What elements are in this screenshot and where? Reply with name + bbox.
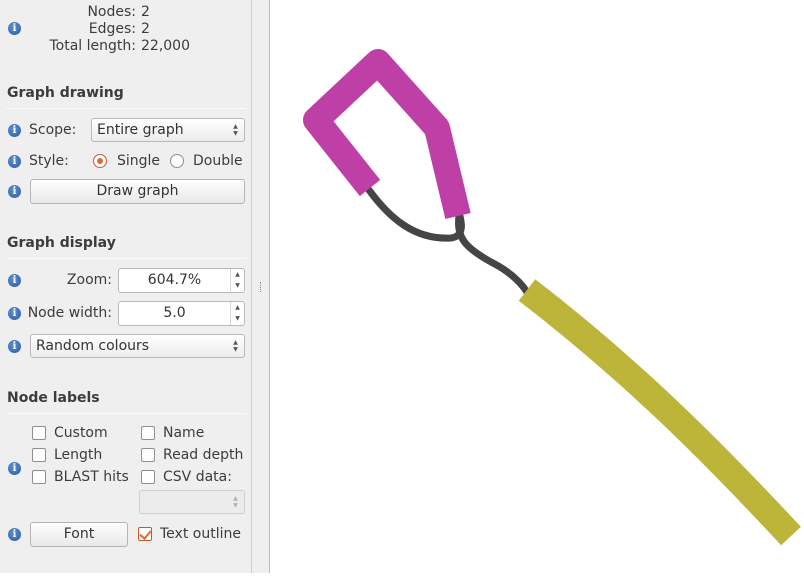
blast-hits-checkbox[interactable]: [32, 470, 46, 484]
read-depth-checkbox[interactable]: [141, 448, 155, 462]
zoom-value: 604.7%: [147, 272, 202, 288]
spin-arrows-icon[interactable]: ▲ ▼: [230, 302, 244, 325]
edges-label: Edges:: [88, 21, 136, 37]
style-info-icon[interactable]: i: [8, 155, 21, 168]
zoom-label: Zoom:: [66, 272, 112, 288]
graph-edge[interactable]: [454, 212, 531, 296]
style-double-radio[interactable]: [170, 154, 184, 168]
total-length-label: Total length:: [49, 38, 137, 54]
name-label[interactable]: Name: [163, 425, 204, 441]
panel-splitter[interactable]: [252, 0, 270, 573]
info-icon[interactable]: i: [8, 22, 21, 35]
scope-select[interactable]: Entire graph ▲ ▼: [91, 118, 245, 142]
section-divider: [6, 413, 246, 414]
node-width-value: 5.0: [163, 305, 186, 321]
control-panel: i Nodes: 2 Edges: 2 Total length: 22,000…: [0, 0, 252, 573]
style-single-label[interactable]: Single: [117, 153, 160, 169]
style-label: Style:: [29, 153, 69, 169]
font-button[interactable]: Font: [30, 522, 128, 547]
updown-arrows-icon: ▲ ▼: [233, 495, 238, 509]
font-info-icon[interactable]: i: [8, 528, 21, 541]
colour-info-icon[interactable]: i: [8, 340, 21, 353]
name-checkbox[interactable]: [141, 426, 155, 440]
zoom-spinbox[interactable]: 604.7% ▲ ▼: [118, 268, 245, 293]
graph-display-heading: Graph display: [7, 235, 116, 251]
total-length-value: 22,000: [141, 38, 190, 54]
csv-data-label[interactable]: CSV data:: [163, 469, 232, 485]
updown-arrows-icon: ▲ ▼: [233, 339, 238, 353]
node-labels-info-icon[interactable]: i: [8, 462, 21, 475]
style-double-label[interactable]: Double: [193, 153, 243, 169]
edges-count: 2: [141, 21, 150, 37]
custom-label[interactable]: Custom: [54, 425, 108, 441]
graph-node[interactable]: [303, 49, 471, 220]
length-label[interactable]: Length: [54, 447, 102, 463]
splitter-grip[interactable]: [260, 282, 262, 292]
updown-arrows-icon: ▲ ▼: [233, 123, 238, 137]
length-checkbox[interactable]: [32, 448, 46, 462]
node-width-label: Node width:: [27, 305, 112, 321]
colour-scheme-value: Random colours: [36, 338, 150, 354]
colour-scheme-select[interactable]: Random colours ▲ ▼: [30, 334, 245, 358]
node-width-spinbox[interactable]: 5.0 ▲ ▼: [118, 301, 245, 326]
scope-select-value: Entire graph: [97, 122, 184, 138]
scope-label: Scope:: [29, 122, 77, 138]
text-outline-label[interactable]: Text outline: [160, 526, 241, 542]
read-depth-label[interactable]: Read depth: [163, 447, 243, 463]
section-divider: [6, 258, 246, 259]
graph-node[interactable]: [518, 279, 801, 546]
nodes-label: Nodes:: [87, 4, 136, 20]
graph-drawing-heading: Graph drawing: [7, 85, 124, 101]
section-divider: [6, 108, 246, 109]
scope-info-icon[interactable]: i: [8, 124, 21, 137]
csv-column-select: ▲ ▼: [139, 490, 245, 514]
csv-data-checkbox[interactable]: [141, 470, 155, 484]
style-single-radio[interactable]: [93, 154, 107, 168]
node-labels-heading: Node labels: [7, 390, 100, 406]
nodes-count: 2: [141, 4, 150, 20]
graph-canvas[interactable]: [271, 0, 804, 573]
draw-graph-button[interactable]: Draw graph: [30, 179, 245, 204]
blast-hits-label[interactable]: BLAST hits: [54, 469, 129, 485]
custom-checkbox[interactable]: [32, 426, 46, 440]
text-outline-checkbox[interactable]: [138, 527, 152, 541]
spin-arrows-icon[interactable]: ▲ ▼: [230, 269, 244, 292]
draw-info-icon[interactable]: i: [8, 185, 21, 198]
graph-drawing[interactable]: [271, 0, 804, 573]
